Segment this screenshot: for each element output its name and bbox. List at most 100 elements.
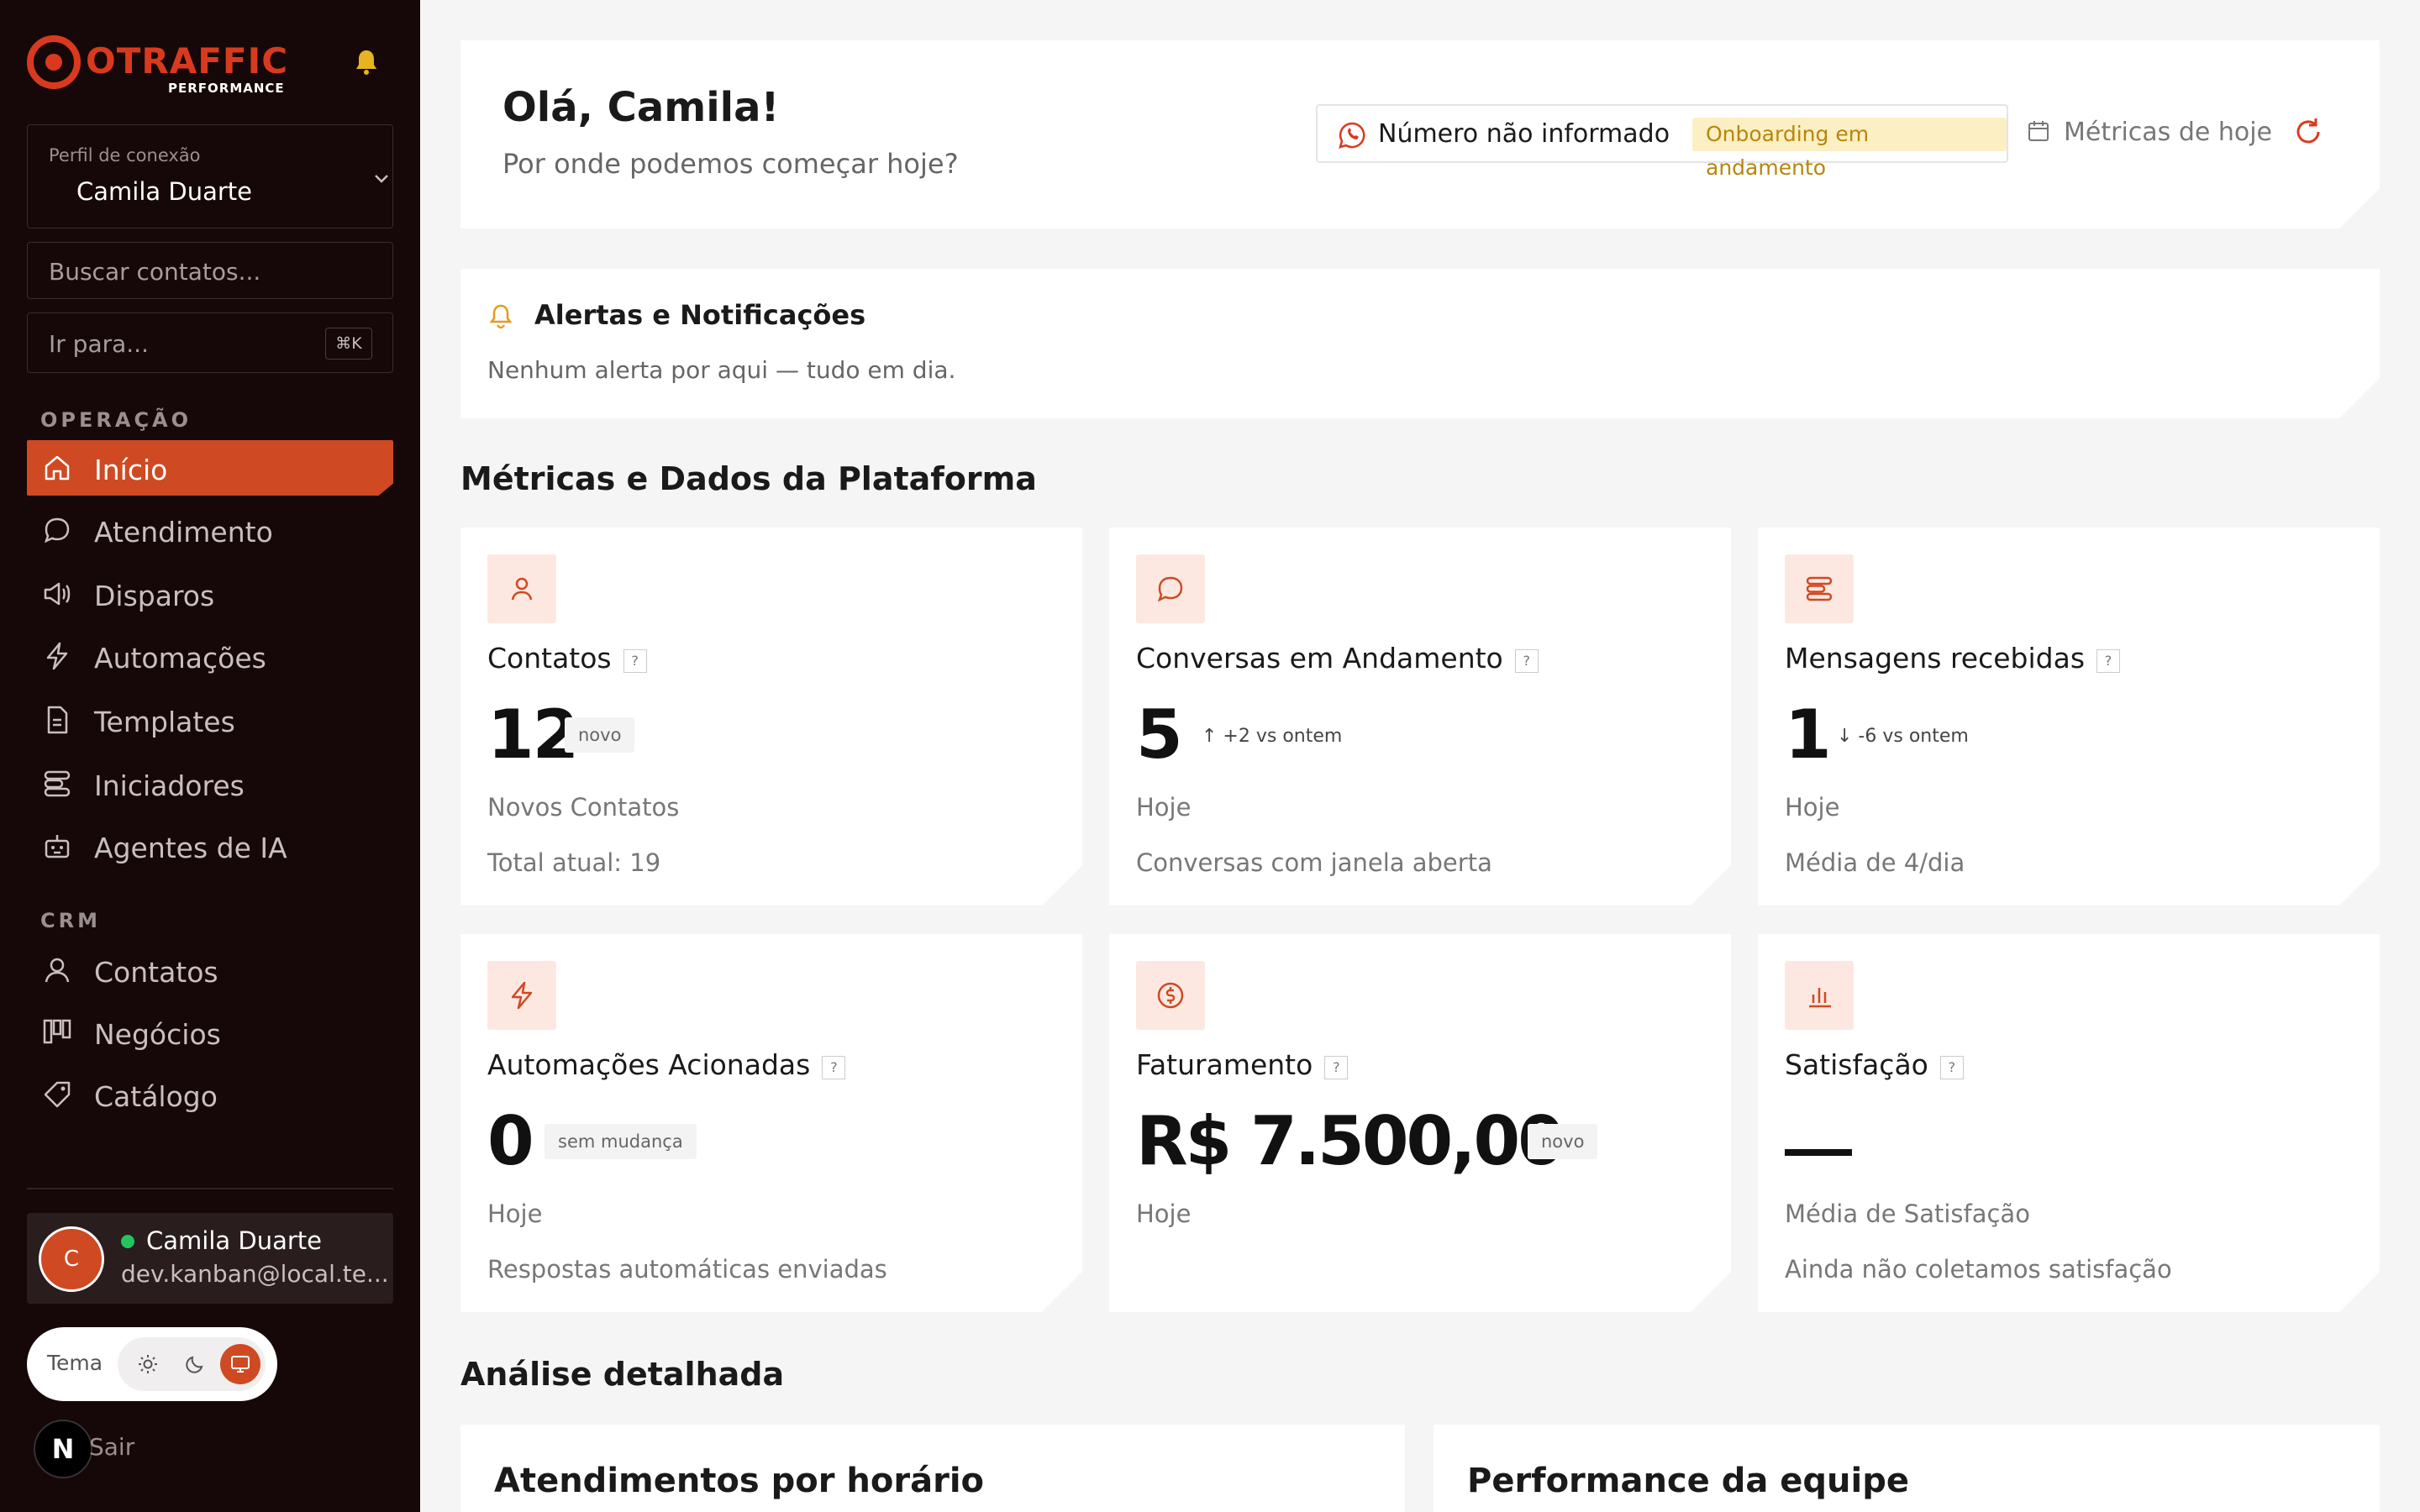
kanban-icon [43,1019,71,1044]
card-value: R$ 7.500,00 [1136,1102,1562,1180]
card-title: Satisfação? [1785,1048,1964,1081]
theme-options [118,1337,266,1391]
section-operacao: OPERAÇÃO [40,408,192,432]
onboarding-badge: Onboarding em andamento [1692,118,2007,151]
brand-name: OTRAFFIC [86,40,289,81]
whatsapp-icon [1338,121,1366,150]
sidebar-item-label: Início [94,454,168,486]
lightning-icon [46,642,68,670]
sidebar-item-label: Catálogo [94,1080,218,1113]
empty-value-dash [1785,1149,1852,1156]
alerts-title: Alertas e Notificações [534,299,866,331]
stack-icon [44,770,71,797]
online-status-dot [121,1235,134,1248]
search-placeholder: Buscar contatos... [49,258,261,286]
sidebar-item-label: Automações [94,642,266,675]
card-line1: Hoje [487,1200,543,1228]
whatsapp-status-text: Número não informado [1378,119,1670,149]
card-line2: Ainda não coletamos satisfação [1785,1255,2172,1284]
card-icon-box [487,554,556,623]
card-value: 0 [487,1102,533,1180]
chat-bubble-icon [44,517,70,543]
alerts-panel: Alertas e Notificações Nenhum alerta por… [460,269,2380,418]
sidebar-item-label: Iniciadores [94,769,245,802]
card-title: Mensagens recebidas? [1785,642,2120,675]
connection-profile-select[interactable]: Perfil de conexão Camila Duarte [27,124,393,228]
card-icon-box [1136,554,1205,623]
home-icon [45,455,70,480]
help-icon[interactable]: ? [822,1056,845,1079]
theme-light-button[interactable] [128,1344,168,1384]
theme-label: Tema [47,1351,103,1375]
analysis-card-title: Performance da equipe [1467,1462,1909,1500]
card-icon-box [1785,961,1854,1030]
card-tag: sem mudança [544,1124,697,1159]
sidebar-item-contatos[interactable]: Contatos [27,942,393,998]
metrics-today-label: Métricas de hoje [2064,118,2273,147]
brand-logo[interactable]: OTRAFFIC PERFORMANCE [25,34,289,97]
help-icon[interactable]: ? [2096,649,2120,673]
card-line2: Média de 4/dia [1785,848,1965,877]
analysis-card-equipe: Performance da equipe [1434,1425,2380,1512]
tag-icon [44,1081,71,1108]
sidebar-item-templates[interactable]: Templates [27,692,393,748]
card-line1: Hoje [1136,793,1192,822]
help-icon[interactable]: ? [623,649,647,673]
bar-chart-icon [1804,980,1834,1011]
card-change: ↓ -6 vs ontem [1837,726,1969,747]
card-line2: Respostas automáticas enviadas [487,1255,887,1284]
user-card[interactable]: C Camila Duarte dev.kanban@local.te... [27,1213,393,1304]
metric-card-conversas: Conversas em Andamento? 5 ↑ +2 vs ontem … [1109,528,1731,906]
page-title: Olá, Camila! [502,84,780,131]
metric-card-automacoes: Automações Acionadas? 0 sem mudança Hoje… [460,934,1082,1312]
profile-value: Camila Duarte [76,177,252,206]
whatsapp-status-pill[interactable]: Número não informado Onboarding em andam… [1316,104,2008,163]
card-line2: Total atual: 19 [487,848,661,877]
card-title: Contatos? [487,642,647,675]
profile-label: Perfil de conexão [49,145,201,165]
theme-dark-button[interactable] [175,1344,215,1384]
user-name: Camila Duarte [146,1226,322,1255]
sidebar-item-disparos[interactable]: Disparos [27,566,393,622]
sidebar-item-label: Disparos [94,580,215,612]
refresh-icon[interactable] [2292,116,2324,148]
metrics-today-button[interactable]: Métricas de hoje [2064,118,2272,147]
card-line1: Hoje [1136,1200,1192,1228]
goto-command-input[interactable]: Ir para... ⌘K [27,312,393,373]
card-line1: Novos Contatos [487,793,680,822]
sidebar-divider [27,1188,393,1189]
card-icon-box [487,961,556,1030]
metric-card-contatos: Contatos? 12 novo Novos Contatos Total a… [460,528,1082,906]
avatar: C [39,1226,104,1292]
theme-system-button[interactable] [220,1344,260,1384]
next-badge[interactable]: N [34,1420,92,1478]
megaphone-icon [44,582,71,606]
user-email: dev.kanban@local.te... [121,1260,389,1288]
metric-card-satisfacao: Satisfação? Média de Satisfação Ainda nã… [1758,934,2380,1312]
sidebar-item-iniciadores[interactable]: Iniciadores [27,756,393,811]
notification-bell-icon[interactable] [351,47,381,77]
chevron-down-icon [375,175,388,183]
help-icon[interactable]: ? [1940,1056,1964,1079]
sidebar-item-agentes-ia[interactable]: Agentes de IA [27,818,393,874]
sidebar-item-catalogo[interactable]: Catálogo [27,1067,393,1122]
welcome-panel: Olá, Camila! Por onde podemos começar ho… [460,40,2380,228]
sidebar-item-automacoes[interactable]: Automações [27,628,393,684]
logout-button[interactable]: Sair [89,1433,134,1461]
card-value: 1 [1785,696,1830,774]
help-icon[interactable]: ? [1324,1056,1348,1079]
card-line1: Média de Satisfação [1785,1200,2030,1228]
card-icon-box [1136,961,1205,1030]
sidebar-item-inicio[interactable]: Início [27,440,393,496]
dollar-circle-icon [1155,980,1186,1011]
sidebar-item-atendimento[interactable]: Atendimento [27,502,393,558]
sidebar-item-label: Agentes de IA [94,832,287,864]
card-title: Automações Acionadas? [487,1048,845,1081]
metric-card-faturamento: Faturamento? R$ 7.500,00 novo Hoje [1109,934,1731,1312]
card-title: Conversas em Andamento? [1136,642,1539,675]
target-logo-icon [27,35,81,89]
help-icon[interactable]: ? [1515,649,1539,673]
theme-switcher: Tema [27,1327,277,1401]
sidebar-item-negocios[interactable]: Negócios [27,1005,393,1060]
search-contacts-input[interactable]: Buscar contatos... [27,242,393,299]
